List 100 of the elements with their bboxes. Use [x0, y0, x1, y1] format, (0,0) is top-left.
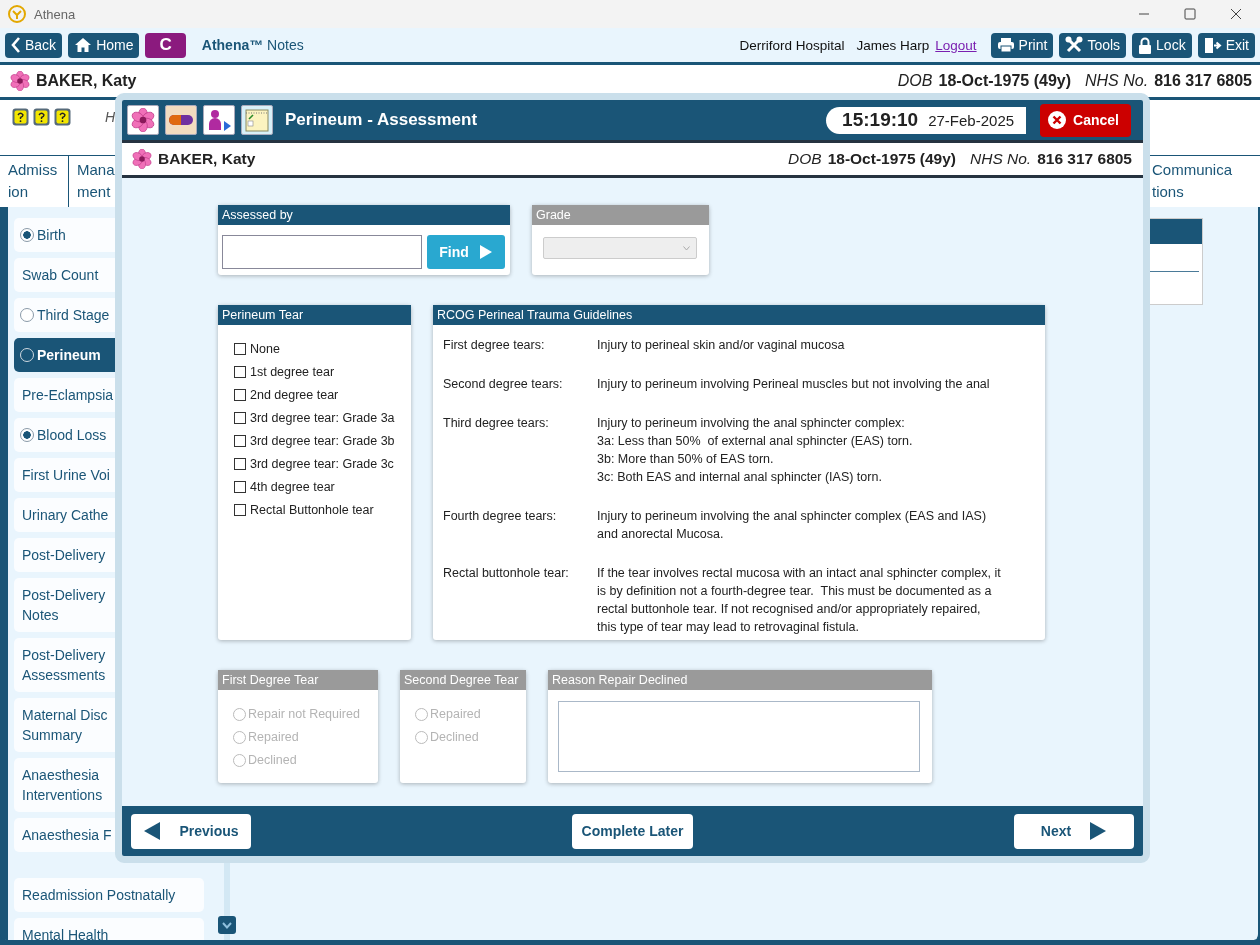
- radio-button[interactable]: [20, 308, 34, 322]
- triangle-right-icon: [1089, 821, 1108, 841]
- exit-door-icon: [1203, 36, 1222, 54]
- radio-button[interactable]: [20, 428, 34, 442]
- maximize-icon: [1184, 8, 1196, 20]
- radio-label: Repaired: [248, 730, 299, 744]
- capsule-icon: [168, 114, 194, 126]
- dob-value: 18-Oct-1975 (49y): [827, 150, 956, 168]
- radio-label: Declined: [430, 730, 479, 744]
- printer-icon: [996, 37, 1015, 53]
- radio-label: Repair not Required: [248, 707, 360, 721]
- previous-button[interactable]: Previous: [131, 813, 251, 849]
- checkbox-label: 3rd degree tear: Grade 3b: [250, 434, 395, 448]
- warning-icon: [12, 108, 29, 126]
- patient-name: BAKER, Katy: [36, 72, 137, 90]
- triangle-left-icon: [143, 821, 162, 841]
- guideline-text: Injury to perineum involving Perineal muscles but not involving the anal: [597, 376, 991, 393]
- checkbox[interactable]: [234, 504, 246, 516]
- checkbox[interactable]: [234, 366, 246, 378]
- checkbox-label: 3rd degree tear: Grade 3a: [250, 411, 395, 425]
- toolbar-button[interactable]: [203, 105, 235, 135]
- checkbox[interactable]: [234, 435, 246, 447]
- exit-button[interactable]: Exit: [1197, 32, 1255, 58]
- home-button[interactable]: Home: [68, 32, 140, 58]
- tools-icon: [1065, 36, 1084, 54]
- home-icon: [74, 37, 93, 53]
- guideline-text: If the tear involves rectal mucosa with an intact anal sphincter complex, it is by definition not a fourth-degree tear. This must be documented as a rectal buttonhole tear. If not recognised and/or appropriately repaired, this type of tear may lead to retrovaginal fistula.: [597, 565, 1002, 636]
- card-title: Second Degree Tear: [400, 670, 526, 690]
- nhs-number: 816 317 6805: [1154, 72, 1252, 90]
- padlock-icon: [1138, 36, 1153, 54]
- card-title: RCOG Perineal Trauma Guidelines: [433, 305, 1045, 325]
- checkbox[interactable]: [234, 389, 246, 401]
- patient-name: BAKER, Katy: [158, 150, 256, 168]
- sidebar-item[interactable]: Mental Health: [14, 918, 204, 940]
- checkbox-label: 2nd degree tear: [250, 388, 339, 402]
- checkbox[interactable]: [234, 481, 246, 493]
- assessed-by-field[interactable]: [222, 235, 422, 269]
- user-name: James Harp: [856, 37, 930, 53]
- lock-button[interactable]: Lock: [1132, 32, 1192, 58]
- flower-icon: [10, 71, 30, 91]
- guideline-text: Injury to perineal skin and/or vaginal mucosa: [597, 337, 846, 354]
- notepad-icon: [244, 108, 270, 132]
- dialog-title: Perineum - Assessment: [285, 110, 478, 130]
- app-logo-icon: [8, 5, 26, 23]
- checkbox[interactable]: [234, 458, 246, 470]
- app-name: Athena™ Notes: [201, 37, 304, 53]
- card-title: Grade: [532, 205, 709, 225]
- caret-down-icon: [683, 245, 690, 251]
- hospital-name: Derriford Hospital: [739, 37, 845, 53]
- close-icon: [1230, 8, 1242, 20]
- play-arrow-icon: [478, 244, 493, 260]
- guideline-term: Fourth degree tears:: [443, 508, 558, 525]
- sidebar-item[interactable]: Readmission Postnatally: [14, 878, 204, 912]
- date-text: 27-Feb-2025: [928, 111, 1015, 129]
- checkbox-label: 3rd degree tear: Grade 3c: [250, 457, 394, 471]
- card-title: Perineum Tear: [218, 305, 411, 325]
- guideline-text: Injury to perineum involving the anal sphincter complex: 3a: Less than 50% of external anal sphincter (EAS) torn. 3b: More than 50% of EAS torn. 3c: Both EAS and internal anal sphincter (IAS) torn.: [597, 415, 914, 486]
- scroll-down-button[interactable]: [218, 916, 236, 934]
- checkbox-label: None: [250, 342, 280, 356]
- guideline-term: Second degree tears:: [443, 376, 564, 393]
- toolbar-button[interactable]: [127, 105, 159, 135]
- checkbox-label: 4th degree tear: [250, 480, 335, 494]
- radio-label: Declined: [248, 753, 297, 767]
- dob-value: 18-Oct-1975 (49y): [938, 72, 1071, 90]
- chevron-left-icon: [11, 37, 21, 53]
- nhs-label: NHS No.: [970, 150, 1032, 168]
- checkbox-label: 1st degree tear: [250, 365, 335, 379]
- dob-label: DOB: [788, 150, 822, 168]
- toolbar-button[interactable]: [165, 105, 197, 135]
- dob-label: DOB: [897, 72, 933, 90]
- cancel-button[interactable]: Cancel: [1040, 103, 1131, 137]
- warning-icon: [33, 108, 50, 126]
- radio-label: Repaired: [430, 707, 481, 721]
- alert-note: H: [105, 109, 116, 125]
- chevron-down-icon: [222, 921, 232, 929]
- warning-icon: [54, 108, 71, 126]
- flower-icon: [131, 108, 155, 132]
- close-circle-icon: [1047, 110, 1068, 130]
- person-arrow-icon: [206, 108, 232, 132]
- time-text: 15:19:10: [842, 109, 919, 131]
- card-title: First Degree Tear: [218, 670, 378, 690]
- checkbox[interactable]: [234, 412, 246, 424]
- radio-button[interactable]: [20, 228, 34, 242]
- guideline-text: Injury to perineum involving the anal sphincter complex (EAS and IAS) and anorectal Mucosa.: [597, 508, 988, 543]
- flower-icon: [132, 149, 152, 169]
- card-title: Reason Repair Declined: [548, 670, 932, 690]
- next-button[interactable]: Next: [1014, 813, 1134, 849]
- guideline-term: Rectal buttonhole tear:: [443, 565, 570, 582]
- checkbox[interactable]: [234, 343, 246, 355]
- checkbox-label: Rectal Buttonhole tear: [250, 503, 374, 517]
- back-button[interactable]: Back: [5, 32, 63, 58]
- print-button[interactable]: Print: [990, 32, 1054, 58]
- logout-link[interactable]: Logout: [935, 37, 977, 53]
- complete-later-button[interactable]: Complete Later: [571, 813, 694, 849]
- guideline-term: First degree tears:: [443, 337, 546, 354]
- tools-button[interactable]: Tools: [1059, 32, 1127, 58]
- nhs-label: NHS No.: [1085, 72, 1149, 90]
- window-title: Athena: [34, 6, 76, 22]
- card-title: Assessed by: [218, 205, 510, 225]
- app-badge-button[interactable]: C: [145, 32, 186, 58]
